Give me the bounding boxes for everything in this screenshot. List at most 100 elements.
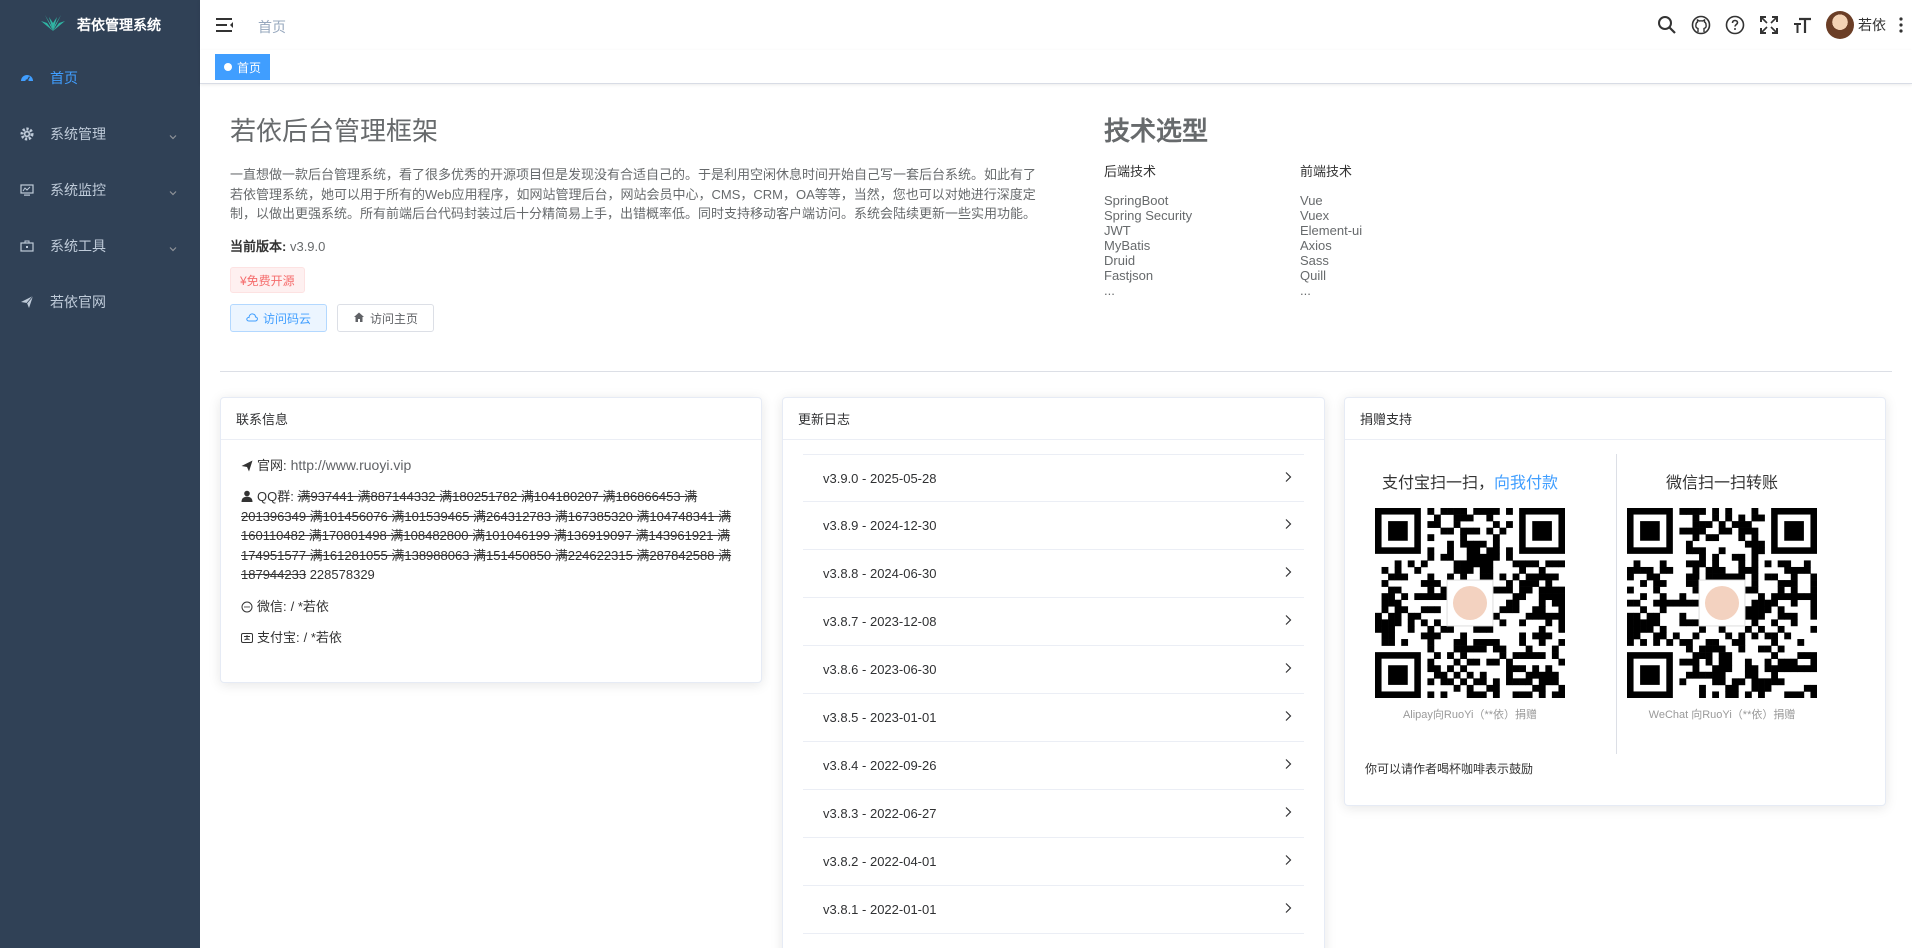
active-dot-icon xyxy=(224,63,232,71)
changelog-item[interactable]: v3.8.5 - 2023-01-01 xyxy=(803,694,1304,742)
alipay-heading-link[interactable]: 向我付款 xyxy=(1494,475,1558,492)
changelog-item[interactable]: v3.8.3 - 2022-06-27 xyxy=(803,790,1304,838)
tag-home[interactable]: 首页 xyxy=(215,54,271,80)
chevron-right-icon xyxy=(1284,902,1292,917)
send-icon xyxy=(20,295,34,309)
alipay-value: / *若依 xyxy=(303,629,342,645)
changelog-item[interactable]: v3.8.2 - 2022-04-01 xyxy=(803,838,1304,886)
changelog-item-title: v3.8.6 - 2023-06-30 xyxy=(823,662,937,677)
donate-body: 支付宝扫一扫，向我付款 Alipay向RuoYi（**依）捐赠 微信扫一扫转账 … xyxy=(1345,440,1885,805)
list-item: Spring Security xyxy=(1104,208,1193,223)
divider xyxy=(220,371,1892,372)
tag-label: 首页 xyxy=(237,60,262,75)
github-icon[interactable] xyxy=(1684,0,1718,50)
visit-gitee-button[interactable]: 访问码云 xyxy=(230,304,328,332)
breadcrumb: 首页 xyxy=(258,19,286,35)
sidebar-item-label: 系统管理 xyxy=(50,126,106,142)
contact-body: 官网: http://www.ruoyi.vip QQ群: 满937441 满8… xyxy=(221,440,761,671)
sidebar-item-system-monitor[interactable]: 系统监控 xyxy=(0,162,200,218)
changelog-item[interactable]: v3.8.9 - 2024-12-30 xyxy=(803,502,1304,550)
list-item: Sass xyxy=(1300,253,1329,268)
backend-tech: 后端技术 SpringBoot Spring Security JWT MyBa… xyxy=(1104,162,1192,298)
list-item: Fastjson xyxy=(1104,268,1154,283)
visit-gitee-label: 访问码云 xyxy=(263,311,312,326)
chevron-right-icon xyxy=(1284,471,1292,486)
changelog-item[interactable]: v3.8.7 - 2023-12-08 xyxy=(803,598,1304,646)
list-item: ... xyxy=(1104,283,1115,298)
alipay-icon xyxy=(241,632,253,644)
help-icon[interactable] xyxy=(1718,0,1752,50)
hamburger-icon[interactable] xyxy=(216,16,234,34)
sidebar-item-label: 系统监控 xyxy=(50,182,106,198)
site-link[interactable]: http://www.ruoyi.vip xyxy=(291,458,412,473)
changelog-item-title: v3.8.1 - 2022-01-01 xyxy=(823,902,937,917)
sidebar-item-official-site[interactable]: 若依官网 xyxy=(0,274,200,330)
chevron-right-icon xyxy=(1284,566,1292,581)
sidebar: 若依管理系统 首页 系统管理 系统监控 系统工具 若依官网 xyxy=(0,0,200,948)
main-content: 若依后台管理框架 一直想做一款后台管理系统，看了很多优秀的开源项目但是发现没有合… xyxy=(200,84,1912,948)
chevron-right-icon xyxy=(1284,710,1292,725)
home-icon xyxy=(353,311,365,326)
donate-note: 你可以请作者喝杯咖啡表示鼓励 xyxy=(1365,762,1534,776)
changelog-item[interactable]: v3.8.4 - 2022-09-26 xyxy=(803,742,1304,790)
free-tag: ¥免费开源 xyxy=(230,267,305,293)
user-name: 若依 xyxy=(1858,17,1886,33)
visit-homepage-button[interactable]: 访问主页 xyxy=(337,304,435,332)
frontend-title: 前端技术 xyxy=(1300,164,1353,179)
sidebar-item-system-tools[interactable]: 系统工具 xyxy=(0,218,200,274)
tech-title: 技术选型 xyxy=(1104,116,1209,146)
site-label: 官网: xyxy=(257,458,287,473)
wechat-caption: WeChat 向RuoYi（**依）捐赠 xyxy=(1648,709,1796,721)
site-row: 官网: http://www.ruoyi.vip xyxy=(241,458,741,473)
list-item: Quill xyxy=(1300,268,1327,283)
sidebar-item-label: 若依官网 xyxy=(50,294,106,310)
wechat-heading: 微信扫一扫转账 xyxy=(1665,475,1778,492)
wechat-donate: 微信扫一扫转账 WeChat 向RuoYi（**依）捐赠 xyxy=(1597,454,1847,722)
backend-title: 后端技术 xyxy=(1104,164,1157,179)
chevron-right-icon xyxy=(1284,758,1292,773)
changelog-item[interactable]: v3.8.8 - 2024-06-30 xyxy=(803,550,1304,598)
sidebar-item-label: 系统工具 xyxy=(50,238,106,254)
font-size-icon[interactable] xyxy=(1786,0,1820,50)
qq-row: QQ群: 满937441 满887144332 满180251782 满1041… xyxy=(241,487,741,585)
version-info: 当前版本: v3.9.0 xyxy=(230,236,325,255)
sidebar-item-label: 首页 xyxy=(50,70,78,86)
changelog-item[interactable]: v3.8.6 - 2023-06-30 xyxy=(803,646,1304,694)
alipay-caption: Alipay向RuoYi（**依）捐赠 xyxy=(1402,709,1538,721)
more-vertical-icon[interactable] xyxy=(1890,0,1912,50)
changelog-item-title: v3.8.8 - 2024-06-30 xyxy=(823,566,937,581)
sidebar-item-system-management[interactable]: 系统管理 xyxy=(0,106,200,162)
avatar xyxy=(1826,11,1854,39)
list-item: ... xyxy=(1300,283,1311,298)
list-item: Element-ui xyxy=(1300,223,1363,238)
search-icon[interactable] xyxy=(1650,0,1684,50)
changelog-item[interactable]: v3.8.1 - 2022-01-01 xyxy=(803,886,1304,934)
qq-group-block: QQ群: 满937441 满887144332 满180251782 满1041… xyxy=(241,487,741,585)
chat-icon xyxy=(241,601,253,613)
list-item: JWT xyxy=(1104,223,1131,238)
changelog-list: v3.9.0 - 2025-05-28 v3.8.9 - 2024-12-30 … xyxy=(783,440,1324,934)
sidebar-item-home[interactable]: 首页 xyxy=(0,50,200,106)
send-icon xyxy=(241,460,253,472)
changelog-item[interactable]: v3.9.0 - 2025-05-28 xyxy=(803,454,1304,502)
visit-homepage-label: 访问主页 xyxy=(370,311,419,326)
list-item: Vue xyxy=(1300,193,1323,208)
donate-card: 捐赠支持 支付宝扫一扫，向我付款 Alipay向RuoYi（**依）捐赠 微信扫… xyxy=(1344,397,1886,806)
wechat-label: 微信: xyxy=(257,598,287,614)
wechat-value: / *若依 xyxy=(290,598,329,614)
changelog-item-title: v3.8.9 - 2024-12-30 xyxy=(823,518,937,533)
alipay-label: 支付宝: xyxy=(257,629,300,645)
right-menu: 若依 xyxy=(1650,0,1912,50)
page-title: 若依后台管理框架 xyxy=(230,116,439,146)
user-menu[interactable]: 若依 xyxy=(1826,11,1886,39)
fullscreen-icon[interactable] xyxy=(1752,0,1786,50)
alipay-donate: 支付宝扫一扫，向我付款 Alipay向RuoYi（**依）捐赠 xyxy=(1345,454,1595,722)
contact-card: 联系信息 官网: http://www.ruoyi.vip QQ群: 满9374… xyxy=(220,397,762,683)
user-icon xyxy=(241,488,253,502)
frontend-tech: 前端技术 Vue Vuex Element-ui Axios Sass Quil… xyxy=(1300,162,1362,298)
qq-group-active: 228578329 xyxy=(309,567,375,582)
logo-icon xyxy=(39,13,67,38)
logo[interactable]: 若依管理系统 xyxy=(0,0,200,50)
alipay-qr-code xyxy=(1375,508,1565,698)
chevron-right-icon xyxy=(1284,614,1292,629)
